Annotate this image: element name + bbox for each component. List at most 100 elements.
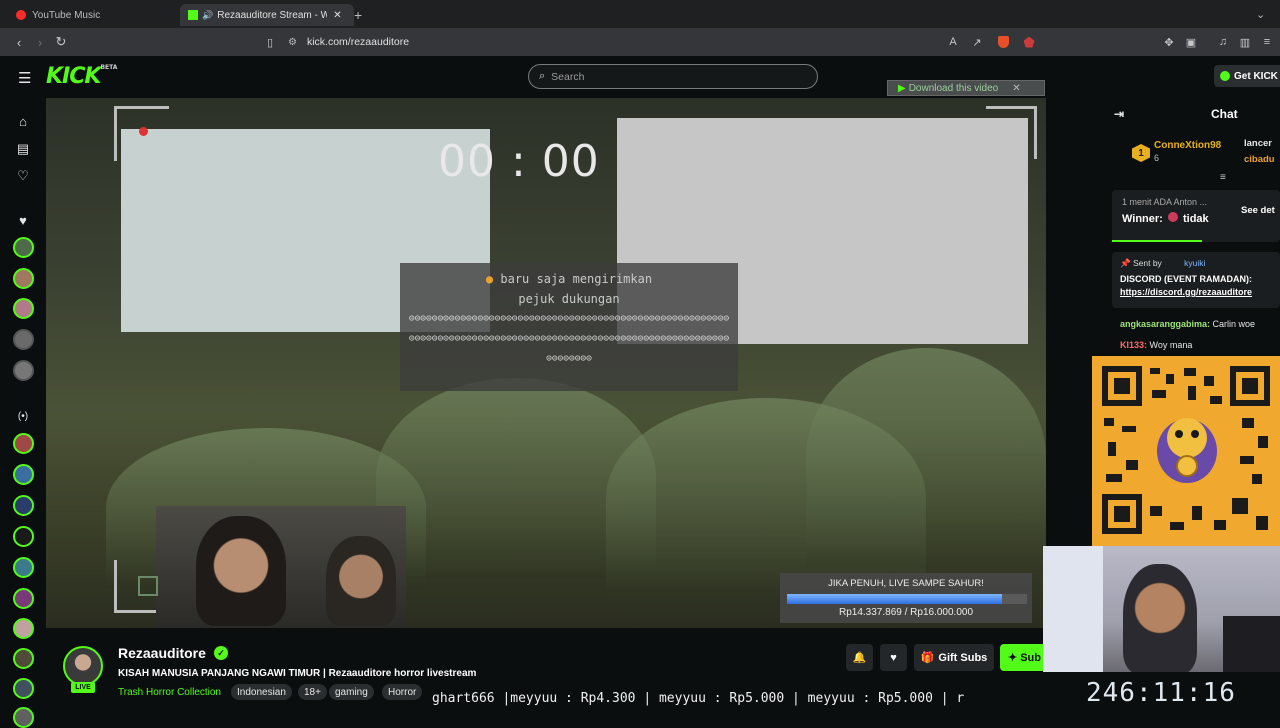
live-channels-icon: (•): [17, 410, 29, 422]
browser-toolbar: ‹ › ↻ ▯ ⚙ kick.com/rezaauditore A ↗ ✥ ▣ …: [0, 28, 1280, 56]
back-icon[interactable]: ‹: [12, 35, 26, 50]
subscribe-label: Sub: [1020, 651, 1041, 664]
qr-donation-code: [1092, 356, 1280, 546]
get-kick-button[interactable]: Get KICK: [1214, 65, 1280, 87]
webcam-person: [1123, 564, 1197, 672]
square-icon: [138, 576, 158, 596]
follow-heart-icon[interactable]: ♥: [880, 644, 907, 671]
recommended-channel-avatar[interactable]: [13, 707, 34, 728]
recommended-channel-avatar[interactable]: [13, 678, 34, 699]
followed-channels-icon: ♥: [19, 212, 27, 228]
video-player[interactable]: 00 : 00 : 00 ● baru saja mengirimkan pej…: [46, 98, 1046, 628]
music-icon[interactable]: ♫: [1216, 35, 1230, 49]
kick-coin-icon: [1220, 71, 1230, 81]
donation-alert: ● baru saja mengirimkan pejuk dukungan ⊝…: [400, 263, 738, 391]
screenshot-icon[interactable]: ▣: [1184, 35, 1198, 49]
goal-progress-bar: [787, 594, 1027, 604]
extensions-icon[interactable]: ✥: [1162, 35, 1176, 49]
poll-question: 1 menit ADA Anton ...: [1122, 197, 1208, 207]
category-link[interactable]: Trash Horror Collection: [118, 687, 221, 698]
poll-winner: Winner: tidak: [1122, 212, 1209, 225]
donation-alert-text: ● baru saja mengirimkan pejuk dukungan: [400, 269, 738, 309]
brave-shield-icon[interactable]: [996, 35, 1010, 49]
pinned-link[interactable]: https://discord.gg/rezaauditore: [1120, 287, 1252, 297]
recommended-channel-avatar[interactable]: [13, 433, 34, 454]
reload-icon[interactable]: ↻: [54, 34, 68, 49]
poll-result[interactable]: 1 menit ADA Anton ... Winner: tidak See …: [1112, 190, 1280, 242]
search-icon: ⌕: [539, 70, 546, 82]
rewards-icon[interactable]: [1022, 35, 1036, 49]
site-info-icon[interactable]: ⚙: [288, 37, 297, 48]
chat-message: angkasaranggabima: Carlin woe: [1120, 319, 1255, 329]
sidebar-toggle-icon[interactable]: ▥: [1238, 35, 1252, 49]
pinned-user[interactable]: kyuiki: [1184, 258, 1205, 268]
followed-channel-avatar[interactable]: [13, 237, 34, 258]
live-badge: LIVE: [71, 682, 95, 693]
recommended-channel-avatar[interactable]: [13, 526, 34, 547]
verified-icon: ✓: [214, 646, 228, 660]
chat-panel: ⇥ Chat 1 ConneXtion98 6 lancer cibadu ≡ …: [1106, 98, 1280, 356]
tab-youtube-music[interactable]: YouTube Music: [8, 4, 186, 26]
followed-channel-avatar[interactable]: [13, 268, 34, 289]
followed-channel-avatar[interactable]: [13, 329, 34, 350]
download-video-button[interactable]: ▶ Download this video ✕: [887, 80, 1045, 96]
forward-icon[interactable]: ›: [33, 35, 47, 50]
search-input[interactable]: ⌕ Search: [528, 64, 818, 89]
channel-avatar[interactable]: [63, 646, 103, 686]
tag-pill[interactable]: 18+: [298, 684, 327, 700]
filter-icon[interactable]: ≡: [1220, 172, 1226, 183]
tab-search-icon[interactable]: ⌄: [1256, 8, 1265, 21]
tag-pill[interactable]: gaming: [329, 684, 374, 700]
browser-tab-bar: YouTube Music 🔊 Rezaauditore Stream - Wa…: [0, 0, 1280, 28]
gift-subs-label: Gift Subs: [938, 651, 988, 664]
followed-channel-avatar[interactable]: [13, 298, 34, 319]
poll-winner-value: tidak: [1182, 213, 1209, 225]
browse-icon[interactable]: ▤: [15, 141, 31, 157]
followed-channel-avatar[interactable]: [13, 360, 34, 381]
home-icon[interactable]: ⌂: [15, 113, 31, 129]
following-icon[interactable]: ♡: [15, 168, 31, 184]
notification-bell-icon[interactable]: 🔔: [846, 644, 873, 671]
tag-pill[interactable]: Indonesian: [231, 684, 292, 700]
hamburger-menu-icon[interactable]: ☰: [18, 69, 31, 87]
rank-badge: 1: [1132, 144, 1150, 162]
subscribe-button[interactable]: ✦ Sub: [1000, 644, 1046, 671]
chat-username[interactable]: KI133:: [1120, 340, 1147, 350]
url-text: kick.com/rezaauditore: [306, 36, 410, 48]
leader3-name[interactable]: cibadu: [1244, 154, 1275, 165]
alert-code-pattern: ⊝⊝⊝⊝⊝⊝⊝⊝⊝⊝⊝⊝⊝⊝⊝⊝⊝⊝⊝⊝⊝⊝⊝⊝⊝⊝⊝⊝⊝⊝⊝⊝⊝⊝⊝⊝⊝⊝⊝⊝…: [408, 313, 730, 364]
cohost-face: [326, 536, 396, 626]
url-field[interactable]: ⚙ kick.com/rezaauditore: [288, 31, 928, 53]
gift-icon: 🎁: [920, 652, 935, 664]
logo-text: KICK: [46, 64, 101, 89]
gift-subs-button[interactable]: 🎁 Gift Subs: [914, 644, 994, 671]
collapse-chat-icon[interactable]: ⇥: [1114, 107, 1124, 121]
chat-title: Chat: [1211, 107, 1238, 121]
goal-amount: Rp14.337.869 / Rp16.000.000: [839, 607, 973, 618]
chat-username[interactable]: angkasaranggabima:: [1120, 319, 1210, 329]
tab-rezaauditore[interactable]: 🔊 Rezaauditore Stream - Watch ✕: [180, 4, 354, 26]
translate-icon[interactable]: A: [946, 35, 960, 49]
new-tab-button[interactable]: +: [354, 4, 368, 26]
recommended-channel-avatar[interactable]: [13, 464, 34, 485]
leader-name[interactable]: ConneXtion98: [1154, 140, 1221, 151]
recommended-channel-avatar[interactable]: [13, 495, 34, 516]
recommended-channel-avatar[interactable]: [13, 618, 34, 639]
bookmark-icon[interactable]: ▯: [263, 35, 277, 49]
channel-name[interactable]: Rezaauditore: [118, 645, 206, 661]
speaker-icon: 🔊: [202, 9, 214, 20]
see-details-link[interactable]: See det: [1241, 205, 1275, 216]
beta-badge: BETA: [100, 64, 118, 71]
close-tab-icon[interactable]: ✕: [333, 10, 341, 21]
chair: [1223, 616, 1280, 672]
recommended-channel-avatar[interactable]: [13, 588, 34, 609]
leader2-name[interactable]: lancer: [1244, 138, 1272, 149]
recommended-channel-avatar[interactable]: [13, 557, 34, 578]
close-icon[interactable]: ✕: [1012, 83, 1020, 94]
get-kick-label: Get KICK: [1234, 70, 1278, 82]
share-icon[interactable]: ↗: [970, 35, 984, 49]
menu-icon[interactable]: ≡: [1260, 35, 1274, 49]
recommended-channel-avatar[interactable]: [13, 648, 34, 669]
tag-pill[interactable]: Horror: [382, 684, 423, 700]
kick-logo[interactable]: KICKBETA: [46, 64, 117, 89]
